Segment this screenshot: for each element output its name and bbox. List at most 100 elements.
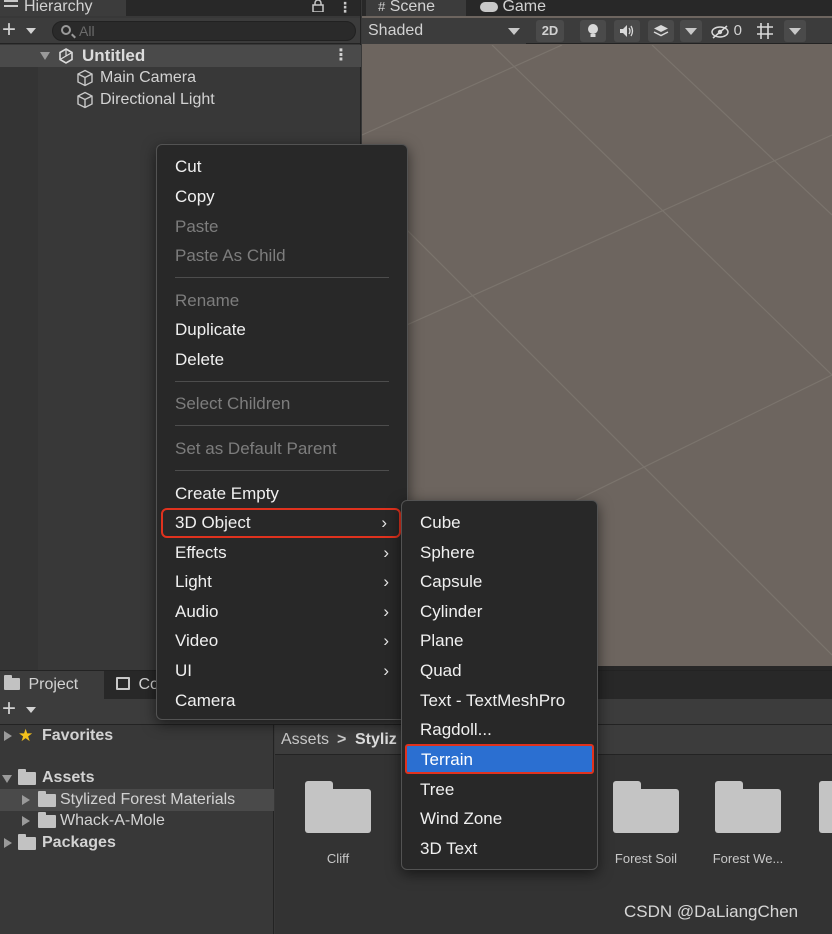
tree-item-label: Favorites (42, 727, 114, 744)
chevron-right-icon: › (381, 513, 387, 532)
menu-item-label: Audio (175, 602, 219, 621)
eye-slash-icon (711, 24, 729, 39)
tab-hierarchy-label: Hierarchy (24, 0, 93, 15)
lighting-toggle-button[interactable] (580, 20, 606, 42)
submenu-item-terrain[interactable]: Terrain (405, 744, 594, 774)
scene-toolbar: Shaded 2D 0 (362, 18, 832, 44)
chevron-down-icon (685, 28, 697, 35)
unity-scene-icon (59, 48, 73, 64)
chevron-down-icon (789, 28, 801, 35)
menu-item-create-empty[interactable]: Create Empty (163, 479, 401, 509)
menu-item-cut[interactable]: Cut (163, 152, 401, 182)
folder-icon (38, 791, 56, 807)
hidden-objects-button[interactable]: 0 (708, 20, 744, 42)
folder-label: Forest Soil (614, 851, 678, 866)
tree-item-favorites[interactable]: ★ Favorites (0, 725, 274, 747)
expand-arrow-icon[interactable] (22, 816, 30, 826)
submenu-item-capsule[interactable]: Capsule (408, 567, 592, 597)
folder-icon[interactable] (819, 781, 832, 833)
menu-item-camera[interactable]: Camera (163, 686, 401, 716)
folder-icon (38, 812, 56, 828)
expand-arrow-icon[interactable] (4, 731, 12, 741)
tree-item-whack-a-mole[interactable]: Whack-A-Mole (0, 810, 274, 832)
menu-item-paste-as-child[interactable]: Paste As Child (163, 241, 401, 271)
submenu-item-wind-zone[interactable]: Wind Zone (408, 804, 592, 834)
expand-arrow-icon[interactable] (4, 838, 12, 848)
tree-item-stylized-forest[interactable]: Stylized Forest Materials (0, 789, 274, 811)
menu-item-rename[interactable]: Rename (163, 286, 401, 316)
tree-item-label: Whack-A-Mole (60, 812, 165, 829)
gizmos-dropdown-button[interactable] (784, 20, 806, 42)
folder-label: Forest We... (712, 851, 784, 866)
tree-item-packages[interactable]: Packages (0, 832, 274, 854)
menu-item-paste[interactable]: Paste (163, 212, 401, 242)
scene-more-icon[interactable]: ⋮ (333, 46, 349, 66)
tree-item-assets[interactable]: Assets (0, 767, 274, 789)
toggle-2d-button[interactable]: 2D (536, 20, 564, 42)
scene-name: Untitled (82, 46, 146, 65)
submenu-item-sphere[interactable]: Sphere (408, 538, 592, 568)
submenu-3d-object: Cube Sphere Capsule Cylinder Plane Quad … (401, 500, 598, 870)
menu-separator (175, 381, 389, 382)
chevron-right-icon: › (383, 543, 389, 562)
breadcrumb-assets[interactable]: Assets (281, 725, 329, 755)
effects-dropdown-button[interactable] (680, 20, 702, 42)
lock-icon[interactable] (312, 0, 324, 14)
tab-game[interactable]: Game (476, 0, 576, 16)
submenu-item-textmeshpro[interactable]: Text - TextMeshPro (408, 686, 592, 716)
menu-item-copy[interactable]: Copy (163, 182, 401, 212)
menu-item-duplicate[interactable]: Duplicate (163, 315, 401, 345)
more-options-icon[interactable]: ⋮ (338, 0, 352, 14)
hierarchy-search-input[interactable]: All (52, 21, 356, 41)
folder-icon (4, 675, 20, 690)
submenu-item-plane[interactable]: Plane (408, 626, 592, 656)
menu-item-3d-object[interactable]: 3D Object › (161, 508, 401, 538)
collapse-arrow-icon[interactable] (2, 775, 12, 783)
hierarchy-item[interactable]: Main Camera (0, 67, 361, 89)
create-button[interactable]: + (2, 18, 40, 44)
breadcrumb-current[interactable]: Styliz (355, 725, 397, 755)
folder-icon (18, 834, 36, 850)
menu-item-ui[interactable]: UI › (163, 656, 401, 686)
menu-item-audio[interactable]: Audio › (163, 597, 401, 627)
menu-item-set-default-parent[interactable]: Set as Default Parent (163, 434, 401, 464)
list-icon (4, 0, 18, 12)
folder-icon[interactable] (613, 781, 679, 833)
gizmos-button[interactable] (752, 20, 778, 42)
project-create-button[interactable]: + (2, 697, 40, 723)
menu-separator (175, 470, 389, 471)
scene-root-row[interactable]: Untitled ⋮ (0, 45, 361, 67)
tab-scene[interactable]: # Scene (366, 0, 466, 16)
shading-mode-dropdown[interactable]: Shaded (362, 18, 526, 44)
folder-icon[interactable] (715, 781, 781, 833)
search-placeholder: All (79, 23, 95, 39)
expand-arrow-icon[interactable] (40, 52, 50, 60)
lightbulb-icon (588, 24, 598, 37)
submenu-item-quad[interactable]: Quad (408, 656, 592, 686)
hierarchy-item[interactable]: Directional Light (0, 89, 361, 111)
tab-game-label: Game (502, 0, 547, 15)
menu-item-light[interactable]: Light › (163, 567, 401, 597)
menu-item-select-children[interactable]: Select Children (163, 389, 401, 419)
expand-arrow-icon[interactable] (22, 795, 30, 805)
audio-toggle-button[interactable] (614, 20, 640, 42)
hierarchy-item-label: Directional Light (100, 91, 215, 108)
tab-hierarchy[interactable]: Hierarchy (0, 0, 126, 16)
plus-icon: + (2, 695, 17, 722)
submenu-item-cube[interactable]: Cube (408, 508, 592, 538)
submenu-item-ragdoll[interactable]: Ragdoll... (408, 715, 592, 745)
submenu-item-cylinder[interactable]: Cylinder (408, 597, 592, 627)
hierarchy-gutter (0, 67, 38, 670)
effects-toggle-button[interactable] (648, 20, 674, 42)
menu-item-effects[interactable]: Effects › (163, 538, 401, 568)
star-icon: ★ (18, 726, 34, 745)
submenu-item-3d-text[interactable]: 3D Text (408, 834, 592, 864)
submenu-item-tree[interactable]: Tree (408, 775, 592, 805)
hierarchy-item-label: Main Camera (100, 69, 197, 86)
folder-icon[interactable] (305, 781, 371, 833)
plus-icon: + (2, 16, 17, 43)
menu-item-video[interactable]: Video › (163, 626, 401, 656)
search-icon (61, 25, 71, 35)
folder-label: Cliff (326, 851, 350, 866)
menu-item-delete[interactable]: Delete (163, 345, 401, 375)
